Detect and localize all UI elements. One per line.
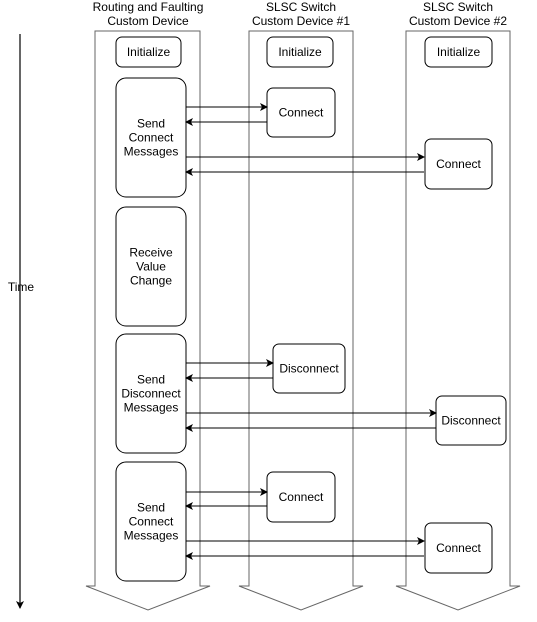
step-box-connect: Connect bbox=[424, 138, 493, 190]
lane-title: Routing and Faulting bbox=[93, 0, 204, 14]
step-label: Messages bbox=[124, 529, 179, 543]
step-box-send-disconnect-messages: SendDisconnectMessages bbox=[115, 333, 187, 454]
step-label: Connect bbox=[279, 106, 324, 120]
step-box-receive-value-change: ReceiveValueChange bbox=[115, 206, 187, 327]
step-label: Disconnect bbox=[441, 414, 501, 428]
step-label: Change bbox=[130, 274, 172, 288]
time-axis-label: Time bbox=[8, 280, 35, 294]
step-box-connect: Connect bbox=[266, 471, 336, 523]
step-label: Send bbox=[137, 501, 165, 515]
diagram-canvas: Time Routing and Faulting Custom Device … bbox=[8, 0, 521, 611]
step-box-send-connect-messages: SendConnectMessages bbox=[115, 77, 187, 198]
step-box-connect: Connect bbox=[424, 522, 493, 574]
step-label: Connect bbox=[279, 490, 324, 504]
step-box-initialize: Initialize bbox=[424, 36, 493, 68]
step-label: Value bbox=[136, 260, 166, 274]
step-label: Disconnect bbox=[279, 362, 339, 376]
sequence-diagram: Time Routing and Faulting Custom Device … bbox=[0, 0, 537, 622]
lane-title: SLSC Switch bbox=[266, 0, 336, 14]
step-box-initialize: Initialize bbox=[266, 36, 334, 68]
step-label: Connect bbox=[129, 131, 174, 145]
step-box-disconnect: Disconnect bbox=[435, 395, 507, 446]
step-label: Receive bbox=[129, 246, 173, 260]
step-label: Disconnect bbox=[121, 387, 181, 401]
step-box-connect: Connect bbox=[266, 87, 336, 138]
step-label: Initialize bbox=[127, 45, 171, 59]
step-label: Connect bbox=[129, 515, 174, 529]
step-box-send-connect-messages: SendConnectMessages bbox=[115, 461, 187, 582]
step-label: Send bbox=[137, 373, 165, 387]
step-box-initialize: Initialize bbox=[115, 36, 182, 68]
lane-title: Custom Device bbox=[107, 14, 189, 28]
step-label: Initialize bbox=[278, 45, 322, 59]
step-label: Messages bbox=[124, 145, 179, 159]
step-label: Send bbox=[137, 117, 165, 131]
step-label: Messages bbox=[124, 401, 179, 415]
lane-title: SLSC Switch bbox=[423, 0, 493, 14]
lane-title: Custom Device #1 bbox=[252, 14, 350, 28]
step-label: Connect bbox=[436, 541, 481, 555]
lane-title: Custom Device #2 bbox=[409, 14, 507, 28]
step-label: Connect bbox=[436, 157, 481, 171]
step-label: Initialize bbox=[437, 45, 481, 59]
step-box-disconnect: Disconnect bbox=[272, 343, 346, 394]
